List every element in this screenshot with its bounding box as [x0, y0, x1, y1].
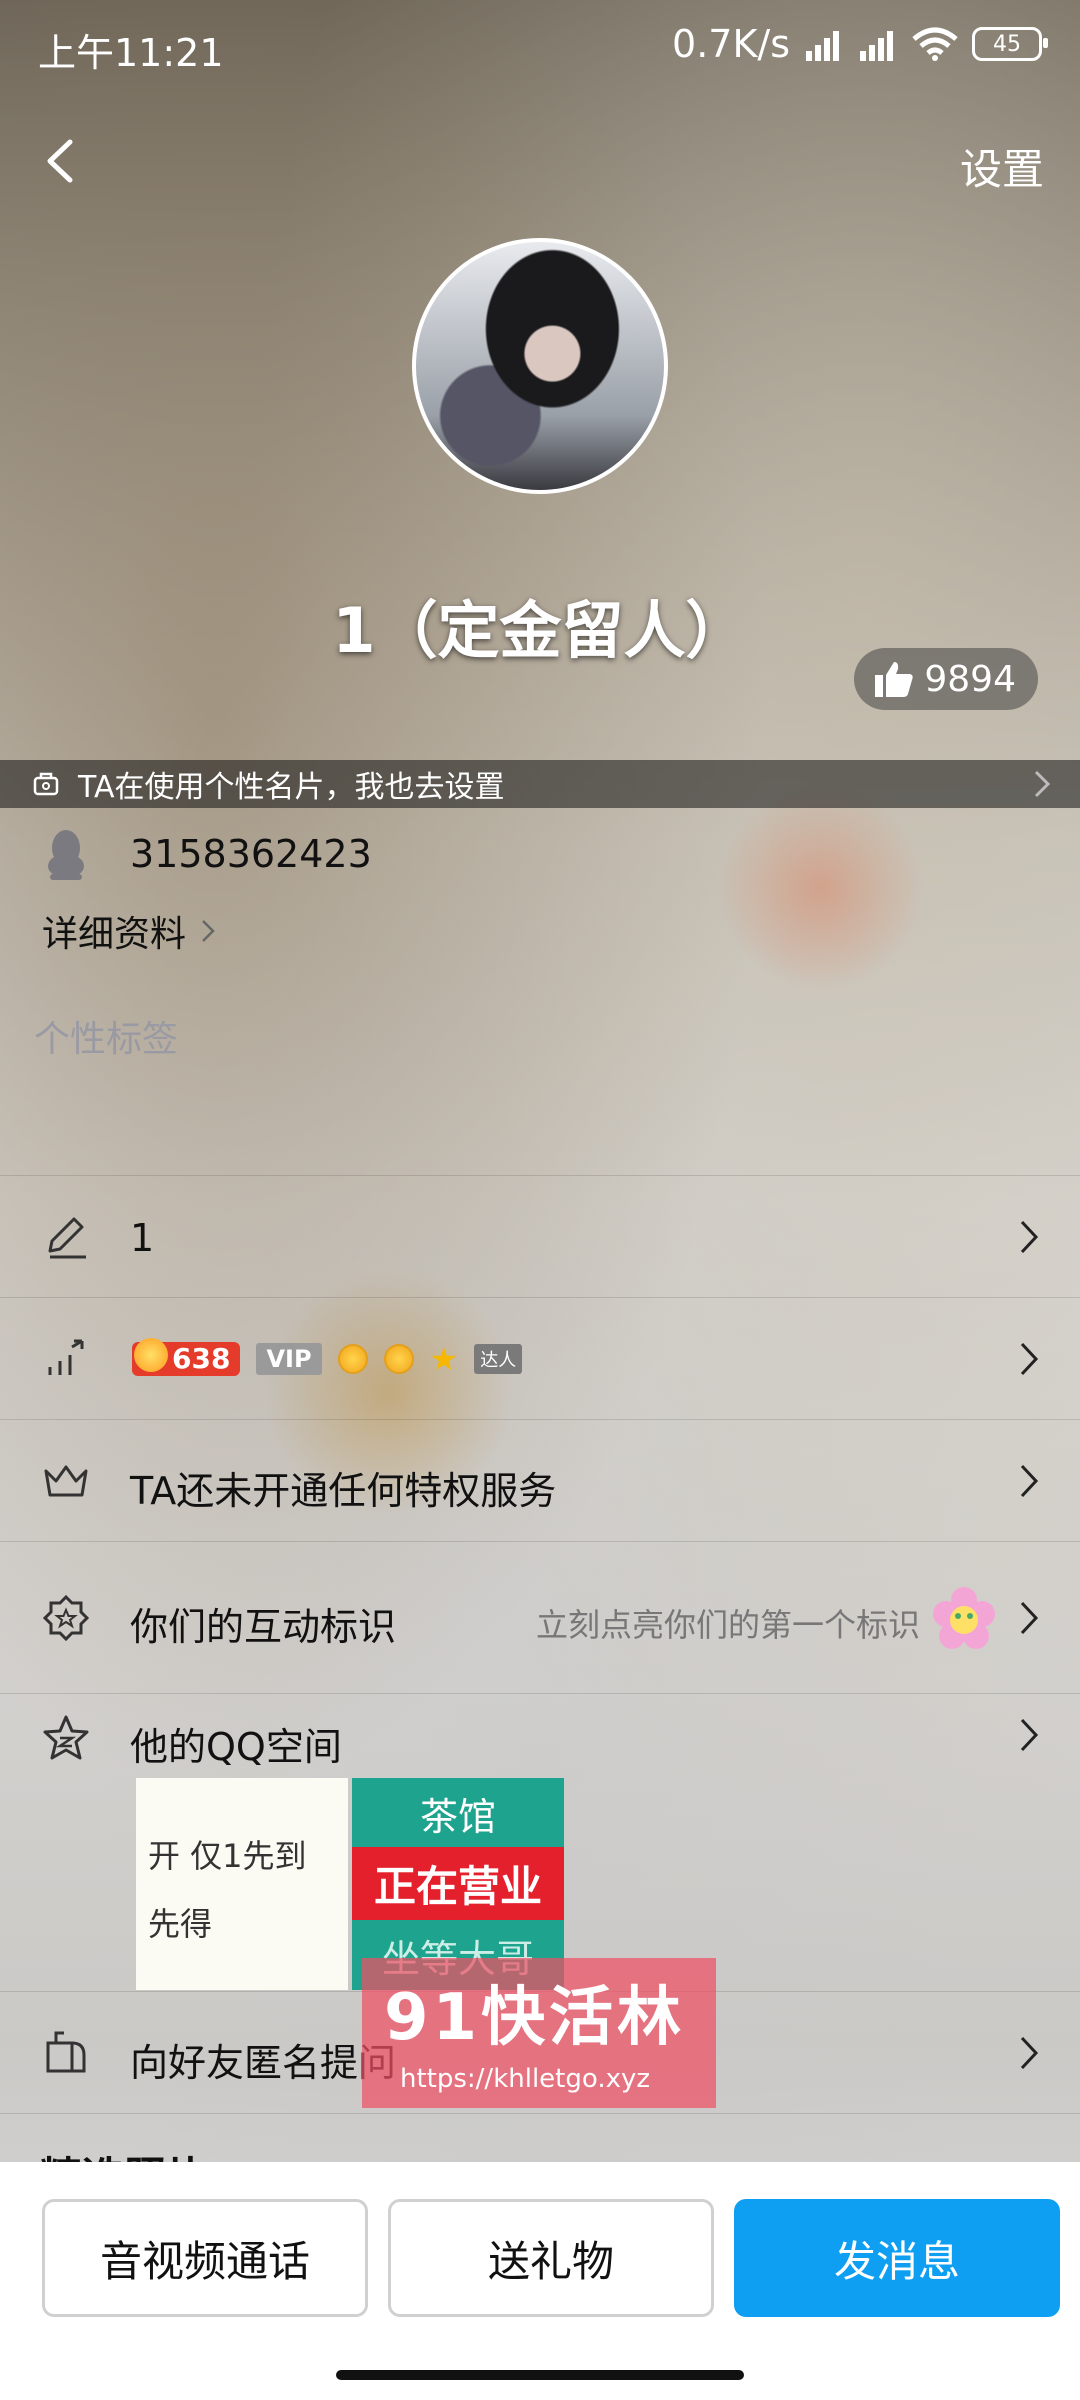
wifi-icon	[912, 27, 958, 61]
signature-text: 1	[130, 1216, 155, 1260]
sun-icon	[383, 1344, 414, 1374]
thumbs-up-icon	[875, 662, 914, 697]
chevron-right-icon	[1020, 1464, 1039, 1498]
card-banner[interactable]: TA在使用个性名片，我也去设置	[0, 760, 1080, 808]
like-button[interactable]: 9894	[854, 648, 1038, 710]
thumb-line-2: 正在营业	[352, 1847, 564, 1920]
avatar[interactable]	[412, 238, 668, 494]
interaction-label: 你们的互动标识	[130, 1605, 397, 1649]
daren-badge: 达人	[474, 1344, 523, 1374]
detail-link[interactable]: 详细资料	[42, 905, 216, 957]
chevron-right-icon	[1020, 2036, 1039, 2070]
watermark-title: 91快活林	[384, 1981, 686, 2055]
crown-icon	[44, 1465, 88, 1497]
pencil-icon	[48, 1217, 86, 1259]
status-time: 上午11:21	[38, 31, 224, 75]
qzone-label: 他的QQ空间	[130, 1725, 342, 1769]
bottom-action-bar: 音视频通话 送礼物 发消息	[0, 2162, 1080, 2400]
privilege-text: TA还未开通任何特权服务	[130, 1469, 557, 1513]
level-badge: 638	[132, 1338, 241, 1376]
send-gift-button[interactable]: 送礼物	[388, 2199, 714, 2317]
featured-photos-row[interactable]: 精选照片	[0, 2113, 1080, 2163]
chevron-right-icon	[1020, 1220, 1039, 1254]
signal-icon	[804, 27, 844, 61]
qzone-thumbnail[interactable]: 开 仅1先到先得	[136, 1778, 348, 1990]
chevron-right-icon	[1020, 1601, 1039, 1635]
star-icon: ★	[429, 1340, 459, 1378]
anon-question-label: 向好友匿名提问	[130, 2041, 397, 2085]
battery-level: 45	[993, 31, 1021, 57]
send-message-button[interactable]: 发消息	[734, 2199, 1060, 2317]
privilege-row[interactable]: TA还未开通任何特权服务	[0, 1419, 1080, 1542]
badge-icon	[42, 1594, 90, 1642]
detail-label: 详细资料	[42, 914, 187, 955]
qq-number: 3158362423	[130, 832, 372, 876]
chevron-right-icon	[1020, 1718, 1039, 1752]
interaction-hint: 立刻点亮你们的第一个标识	[535, 1606, 920, 1644]
level-row[interactable]: 638 VIP ★ 达人	[0, 1297, 1080, 1420]
av-call-button[interactable]: 音视频通话	[42, 2199, 368, 2317]
status-bar: 上午11:21 0.7K/s 45	[0, 0, 1080, 88]
vip-badge: VIP	[256, 1343, 322, 1375]
card-icon	[33, 772, 59, 796]
penguin-icon	[48, 830, 84, 880]
thumb-line-1: 茶馆	[419, 1795, 496, 1839]
home-indicator[interactable]	[336, 2370, 744, 2380]
network-speed: 0.7K/s	[672, 22, 790, 66]
featured-photos-label: 精选照片	[40, 2144, 208, 2163]
chevron-right-icon	[202, 920, 215, 942]
signal-icon	[858, 27, 898, 61]
flower-icon	[933, 1587, 995, 1649]
like-count: 9894	[924, 658, 1016, 700]
qq-number-row[interactable]: 3158362423	[0, 820, 1080, 890]
settings-button[interactable]: 设置	[960, 136, 1044, 197]
chevron-right-icon	[1034, 770, 1051, 798]
interaction-row[interactable]: 你们的互动标识 立刻点亮你们的第一个标识	[0, 1541, 1080, 1694]
watermark-url: https://khlletgo.xyz	[400, 2064, 651, 2094]
qzone-star-icon	[43, 1715, 89, 1760]
sun-icon	[337, 1344, 368, 1374]
signature-row[interactable]: 1	[0, 1175, 1080, 1298]
banner-text: TA在使用个性名片，我也去设置	[78, 770, 505, 805]
back-icon[interactable]	[40, 136, 80, 186]
chevron-right-icon	[1020, 1342, 1039, 1376]
watermark: 91快活林 https://khlletgo.xyz	[362, 1958, 716, 2108]
battery-icon: 45	[972, 27, 1048, 61]
personal-tags[interactable]: 个性标签	[34, 1010, 178, 1062]
level-chart-icon	[48, 1339, 84, 1375]
mailbox-icon	[46, 2031, 86, 2073]
